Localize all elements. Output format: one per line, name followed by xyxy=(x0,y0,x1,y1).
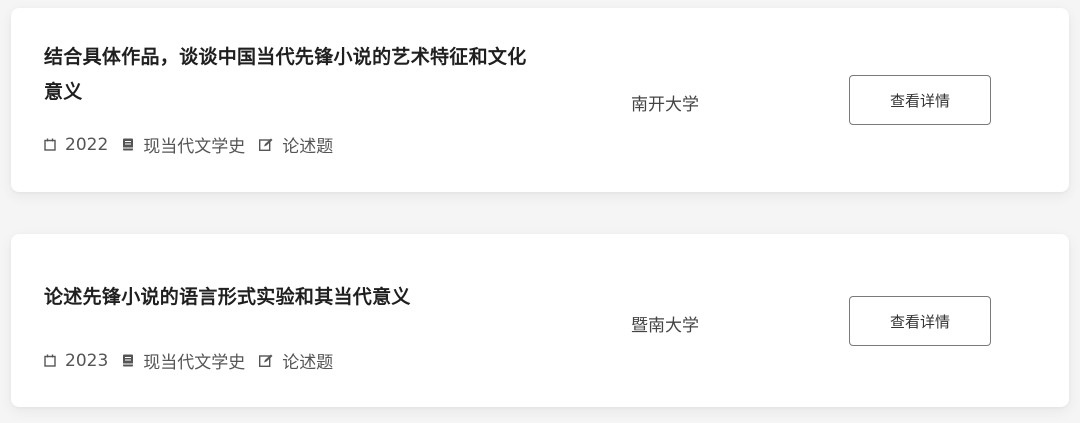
meta-type: 论述题 xyxy=(259,348,333,373)
question-meta: 2022 现当代文学史 论述题 xyxy=(44,132,347,157)
meta-year: 2023 xyxy=(44,351,108,371)
school-name: 暨南大学 xyxy=(631,316,699,336)
calendar-icon xyxy=(44,138,56,151)
course-label: 现当代文学史 xyxy=(143,137,246,157)
question-title[interactable]: 论述先锋小说的语言形式实验和其当代意义 xyxy=(44,280,534,315)
edit-icon xyxy=(259,354,273,367)
year-label: 2023 xyxy=(65,350,109,371)
year-label: 2022 xyxy=(65,134,109,155)
question-meta: 2023 现当代文学史 论述题 xyxy=(44,348,347,373)
view-details-button[interactable]: 查看详情 xyxy=(849,296,991,346)
course-label: 现当代文学史 xyxy=(143,353,246,373)
type-label: 论述题 xyxy=(282,137,334,157)
question-card: 结合具体作品，谈谈中国当代先锋小说的艺术特征和文化意义 2022 现当代文学史 xyxy=(11,8,1069,192)
meta-year: 2022 xyxy=(44,135,108,155)
question-list: 结合具体作品，谈谈中国当代先锋小说的艺术特征和文化意义 2022 现当代文学史 xyxy=(0,0,1080,423)
book-icon xyxy=(123,354,134,367)
calendar-icon xyxy=(44,354,56,367)
meta-course: 现当代文学史 xyxy=(122,132,245,157)
school-name: 南开大学 xyxy=(631,95,699,115)
meta-type: 论述题 xyxy=(259,132,333,157)
edit-icon xyxy=(259,138,273,151)
question-title[interactable]: 结合具体作品，谈谈中国当代先锋小说的艺术特征和文化意义 xyxy=(44,40,534,110)
type-label: 论述题 xyxy=(282,353,334,373)
view-details-button[interactable]: 查看详情 xyxy=(849,75,991,125)
question-card: 论述先锋小说的语言形式实验和其当代意义 2023 现当代文学史 论述题 暨南大学… xyxy=(11,234,1069,407)
book-icon xyxy=(123,138,134,151)
meta-course: 现当代文学史 xyxy=(122,348,245,373)
